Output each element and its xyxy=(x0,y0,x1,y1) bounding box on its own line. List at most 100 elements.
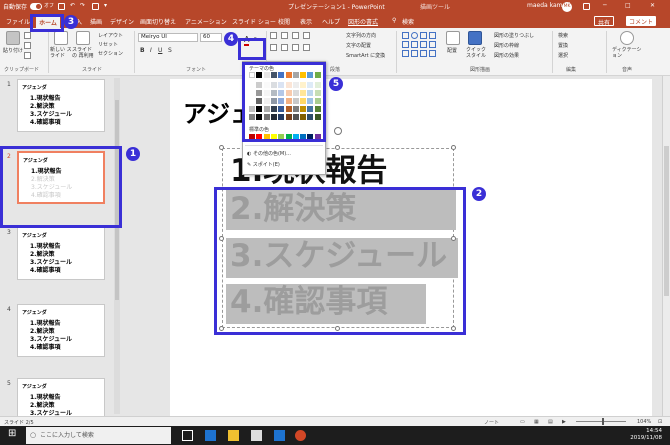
edge-icon[interactable] xyxy=(205,430,216,441)
shape-fill-button[interactable]: 図形の塗りつぶし xyxy=(494,32,534,39)
shape-triangle-icon[interactable] xyxy=(402,41,409,48)
shape-star-icon[interactable] xyxy=(420,41,427,48)
tab-animations[interactable]: アニメーション xyxy=(185,17,227,26)
fit-to-window-icon[interactable]: ⊡ xyxy=(658,419,662,425)
increase-indent-icon[interactable] xyxy=(303,32,310,39)
autosave-toggle[interactable] xyxy=(30,3,42,10)
resize-handle[interactable] xyxy=(335,145,340,150)
align-text-button[interactable]: 文字の配置 xyxy=(346,42,371,49)
bullets-icon[interactable] xyxy=(270,32,277,39)
cut-icon[interactable] xyxy=(24,32,31,39)
shape-brace-icon[interactable] xyxy=(402,50,409,57)
eyedropper-option[interactable]: ✎ スポイト(E) xyxy=(247,161,280,168)
align-center-icon[interactable] xyxy=(281,44,288,51)
zoom-slider[interactable] xyxy=(576,421,626,422)
font-name-combo[interactable]: Meiryo UI xyxy=(138,33,198,42)
shadow-icon[interactable]: S xyxy=(168,47,172,54)
tab-transitions[interactable]: 画面切り替え xyxy=(140,17,176,26)
layout-button[interactable]: レイアウト xyxy=(98,32,123,39)
shape-more-icon[interactable] xyxy=(429,50,436,57)
file-explorer-icon[interactable] xyxy=(228,430,239,441)
tab-shape-format[interactable]: 図形の書式 xyxy=(348,17,378,26)
find-button[interactable]: 検索 xyxy=(558,32,568,39)
notes-button[interactable]: ノート xyxy=(484,419,499,426)
shape-effects-button[interactable]: 図形の効果 xyxy=(494,52,519,59)
comments-button[interactable]: コメント xyxy=(626,16,657,26)
tab-file[interactable]: ファイル xyxy=(6,17,30,26)
reset-button[interactable]: リセット xyxy=(98,41,118,48)
task-view-icon[interactable] xyxy=(182,430,193,441)
shape-oval-icon[interactable] xyxy=(411,32,418,39)
undo-icon[interactable]: ↶ xyxy=(70,2,75,9)
tab-review[interactable]: 校閲 xyxy=(278,17,290,26)
redo-icon[interactable]: ↷ xyxy=(80,2,85,9)
align-right-icon[interactable] xyxy=(292,44,299,51)
scrollbar-thumb[interactable] xyxy=(664,146,669,296)
slide-sorter-icon[interactable]: ▦ xyxy=(534,419,539,425)
tab-view[interactable]: 表示 xyxy=(300,17,312,26)
font-size-combo[interactable]: 60 xyxy=(200,33,222,42)
maximize-icon[interactable]: □ xyxy=(625,2,631,9)
new-slide-icon[interactable] xyxy=(54,31,68,45)
align-left-icon[interactable] xyxy=(270,44,277,51)
select-button[interactable]: 選択 xyxy=(558,52,568,59)
zoom-slider-thumb[interactable] xyxy=(602,418,604,425)
thumbnails-scrollbar[interactable] xyxy=(114,78,120,414)
start-from-beginning-icon[interactable] xyxy=(92,3,99,10)
justify-icon[interactable] xyxy=(303,44,310,51)
copy-icon[interactable] xyxy=(24,42,31,49)
tab-slideshow[interactable]: スライド ショー xyxy=(232,17,276,26)
numbering-icon[interactable] xyxy=(281,32,288,39)
quick-styles-icon[interactable] xyxy=(468,31,482,45)
ribbon-display-options-icon[interactable] xyxy=(583,3,590,10)
customize-qat-icon[interactable]: ▾ xyxy=(104,2,107,9)
save-icon[interactable] xyxy=(58,3,65,10)
minimize-icon[interactable]: ─ xyxy=(603,2,607,9)
tab-draw[interactable]: 描画 xyxy=(90,17,102,26)
canvas-scrollbar[interactable] xyxy=(662,76,670,416)
shape-bracket-icon[interactable] xyxy=(411,50,418,57)
slide-thumbnail-3[interactable]: アジェンダ 1.現状報告 2.解決策 3.スケジュール 4.確認事項 xyxy=(17,227,105,280)
text-direction-button[interactable]: 文字列の方向 xyxy=(346,32,376,39)
shape-arrow-icon[interactable] xyxy=(429,32,436,39)
underline-icon[interactable]: U xyxy=(158,47,162,54)
italic-icon[interactable]: I xyxy=(150,47,152,54)
format-painter-icon[interactable] xyxy=(24,52,31,59)
windows-start-icon[interactable]: ⊞ xyxy=(8,428,19,439)
shape-line-icon[interactable] xyxy=(420,32,427,39)
taskbar-search[interactable]: ○ ここに入力して検索 xyxy=(26,427,171,444)
mail-icon[interactable] xyxy=(274,430,285,441)
shape-callout-icon[interactable] xyxy=(429,41,436,48)
microphone-icon[interactable] xyxy=(620,31,634,45)
zoom-level[interactable]: 104% xyxy=(637,419,651,425)
smartart-button[interactable]: SmartArt に変換 xyxy=(346,52,385,59)
reading-view-icon[interactable]: ▤ xyxy=(548,419,553,425)
rotation-handle[interactable] xyxy=(334,127,342,135)
shape-outline-button[interactable]: 図形の枠線 xyxy=(494,42,519,49)
tell-me-search[interactable]: 検索 xyxy=(402,17,414,26)
avatar[interactable]: MK xyxy=(562,2,572,12)
paste-icon[interactable] xyxy=(6,31,20,45)
shape-rounded-rect-icon[interactable] xyxy=(411,41,418,48)
slide-thumbnail-1[interactable]: アジェンダ 1.現状報告 2.解決策 3.スケジュール 4.確認事項 xyxy=(17,79,105,132)
share-button[interactable]: 共有 xyxy=(594,16,615,27)
more-colors-option[interactable]: ◐ その他の色(M)... xyxy=(247,150,291,157)
shape-text-icon[interactable] xyxy=(420,50,427,57)
bold-icon[interactable]: B xyxy=(140,47,145,54)
arrange-icon[interactable] xyxy=(446,31,460,45)
reuse-slides-icon[interactable] xyxy=(76,31,90,45)
store-icon[interactable] xyxy=(251,430,262,441)
replace-button[interactable]: 置換 xyxy=(558,42,568,49)
resize-handle[interactable] xyxy=(451,145,456,150)
shape-rectangle-icon[interactable] xyxy=(402,32,409,39)
slideshow-icon[interactable]: ▶ xyxy=(562,419,566,425)
resize-handle[interactable] xyxy=(219,145,224,150)
tab-help[interactable]: ヘルプ xyxy=(322,17,340,26)
decrease-indent-icon[interactable] xyxy=(292,32,299,39)
powerpoint-taskbar-icon[interactable] xyxy=(295,430,306,441)
close-icon[interactable]: ✕ xyxy=(650,2,655,9)
normal-view-icon[interactable]: ▭ xyxy=(520,419,525,425)
tab-design[interactable]: デザイン xyxy=(110,17,134,26)
section-button[interactable]: セクション xyxy=(98,50,123,57)
slide-thumbnail-4[interactable]: アジェンダ 1.現状報告 2.解決策 3.スケジュール 4.確認事項 xyxy=(17,304,105,357)
